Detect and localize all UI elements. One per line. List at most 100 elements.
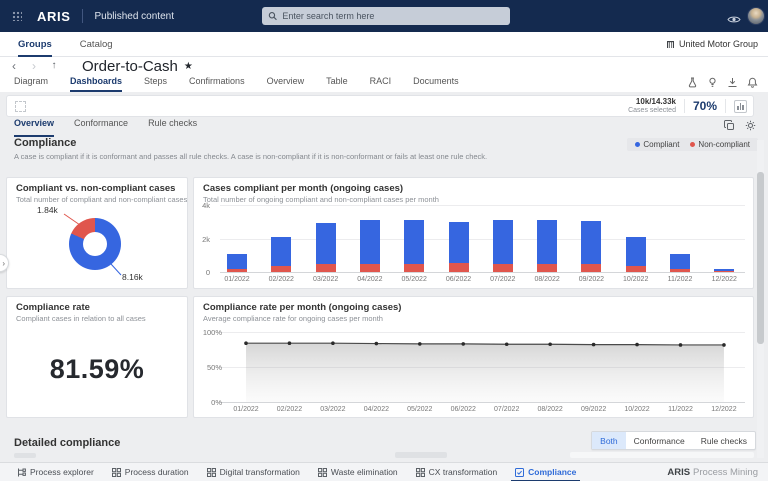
stacked-bar-06/2022[interactable] — [449, 222, 469, 272]
data-point[interactable] — [592, 343, 596, 347]
visibility-eye-icon[interactable] — [727, 11, 741, 29]
stacked-bar-09/2022[interactable] — [581, 221, 601, 272]
favorite-star-icon[interactable]: ★ — [184, 61, 193, 72]
segment-conformance[interactable]: Conformance — [626, 432, 693, 449]
settings-gear-icon[interactable] — [745, 120, 756, 131]
lightbulb-icon[interactable] — [707, 77, 718, 88]
sheet-tab-label: Compliance — [528, 467, 576, 477]
data-point[interactable] — [418, 342, 422, 346]
data-point[interactable] — [331, 341, 335, 345]
bar-segment-non-compliant — [404, 264, 424, 272]
x-axis-label: 03/2022 — [311, 406, 355, 413]
gridline — [220, 239, 745, 240]
bar-segment-compliant — [316, 223, 336, 264]
bar-segment-non-compliant — [670, 269, 690, 272]
model-tab-confirmations[interactable]: Confirmations — [189, 76, 245, 92]
search-input[interactable] — [282, 11, 504, 21]
bar-segment-compliant — [626, 237, 646, 266]
y-axis-tick: 0 — [198, 268, 210, 277]
dashboard-tab-rule-checks[interactable]: Rule checks — [148, 118, 197, 137]
dashboard-icon — [416, 468, 425, 477]
copy-icon[interactable] — [724, 120, 735, 131]
donut-label-non-compliant: 1.84k — [37, 205, 58, 215]
model-tab-overview[interactable]: Overview — [267, 76, 305, 92]
stacked-bar-01/2022[interactable] — [227, 254, 247, 272]
data-point[interactable] — [244, 341, 248, 345]
stacked-bar-03/2022[interactable] — [316, 223, 336, 272]
topbar-context-label: Published content — [94, 11, 174, 22]
workspace-tab-catalog[interactable]: Catalog — [80, 39, 113, 57]
x-axis-label: 04/2022 — [354, 406, 398, 413]
tenant-selector[interactable]: United Motor Group — [666, 39, 758, 49]
model-tab-table[interactable]: Table — [326, 76, 348, 92]
sheet-tab-cx-transformation[interactable]: CX transformation — [407, 463, 507, 481]
dashboard-tab-conformance[interactable]: Conformance — [74, 118, 128, 137]
up-arrow-icon[interactable]: ↑ — [48, 61, 60, 71]
search-box[interactable] — [262, 7, 510, 25]
stacked-bar-10/2022[interactable] — [626, 237, 646, 272]
back-arrow-icon[interactable]: ‹ — [8, 60, 20, 72]
segment-rule-checks[interactable]: Rule checks — [693, 432, 755, 449]
legend-item-non-compliant[interactable]: Non-compliant — [690, 140, 750, 149]
model-tab-documents[interactable]: Documents — [413, 76, 459, 92]
line-chart[interactable] — [194, 297, 753, 417]
sheet-tab-digital-transformation[interactable]: Digital transformation — [198, 463, 309, 481]
topbar-divider — [82, 9, 83, 23]
page-title: Order-to-Cash — [82, 58, 178, 75]
beaker-icon[interactable] — [687, 77, 698, 88]
legend-label: Non-compliant — [698, 140, 750, 149]
data-point[interactable] — [461, 342, 465, 346]
x-axis-label: 12/2022 — [702, 406, 746, 413]
data-point[interactable] — [679, 343, 683, 347]
bell-icon[interactable] — [747, 77, 758, 88]
stacked-bar-02/2022[interactable] — [271, 237, 291, 272]
data-point[interactable] — [505, 342, 509, 346]
brand-bold: ARIS — [667, 467, 690, 478]
compliance-rate-value: 81.59% — [7, 354, 187, 385]
stacked-bar-08/2022[interactable] — [537, 220, 557, 272]
sheet-tab-waste-elimination[interactable]: Waste elimination — [309, 463, 407, 481]
user-avatar[interactable] — [747, 7, 765, 25]
data-point[interactable] — [635, 343, 639, 347]
model-tab-dashboards[interactable]: Dashboards — [70, 76, 122, 92]
scrollbar-thumb[interactable] — [757, 172, 764, 344]
app-launcher-icon[interactable] — [12, 11, 22, 21]
stacked-bar-07/2022[interactable] — [493, 220, 513, 272]
detailed-section-title: Detailed compliance — [14, 437, 120, 449]
stacked-bar-12/2022[interactable] — [714, 269, 734, 272]
cases-percent: 70% — [693, 99, 717, 113]
data-point[interactable] — [722, 343, 726, 347]
select-cases-icon[interactable] — [15, 101, 26, 112]
segment-both[interactable]: Both — [592, 432, 626, 449]
stacked-bar-04/2022[interactable] — [360, 220, 380, 272]
x-axis-label: 06/2022 — [441, 406, 485, 413]
line-chart-card: Compliance rate per month (ongoing cases… — [193, 296, 754, 418]
x-axis-label: 10/2022 — [615, 406, 659, 413]
cases-count-label: Cases selected — [628, 107, 676, 116]
data-point[interactable] — [548, 342, 552, 346]
bar-segment-non-compliant — [271, 266, 291, 272]
dashboard-tab-overview[interactable]: Overview — [14, 118, 54, 137]
stacked-bar-11/2022[interactable] — [670, 254, 690, 272]
gridline — [220, 205, 745, 206]
model-tab-diagram[interactable]: Diagram — [14, 76, 48, 92]
sheet-tab-process-duration[interactable]: Process duration — [103, 463, 198, 481]
workspace-tab-groups[interactable]: Groups — [18, 39, 52, 57]
bar-segment-compliant — [537, 220, 557, 264]
forward-arrow-icon[interactable]: › — [28, 60, 40, 72]
dashboard-actions — [724, 120, 756, 131]
legend-dot — [690, 142, 695, 147]
selection-chart-icon[interactable] — [734, 100, 747, 113]
clipped-content — [395, 452, 447, 458]
download-icon[interactable] — [727, 77, 738, 88]
card-subtitle: Compliant cases in relation to all cases — [16, 314, 146, 323]
data-point[interactable] — [375, 342, 379, 346]
data-point[interactable] — [288, 341, 292, 345]
sheet-tab-compliance[interactable]: Compliance — [506, 463, 585, 481]
model-tab-steps[interactable]: Steps — [144, 76, 167, 92]
sheet-tab-process-explorer[interactable]: Process explorer — [8, 463, 103, 481]
stacked-bar-05/2022[interactable] — [404, 220, 424, 272]
legend-item-compliant[interactable]: Compliant — [635, 140, 679, 149]
model-tab-raci[interactable]: RACI — [370, 76, 392, 92]
bar-segment-compliant — [581, 221, 601, 264]
